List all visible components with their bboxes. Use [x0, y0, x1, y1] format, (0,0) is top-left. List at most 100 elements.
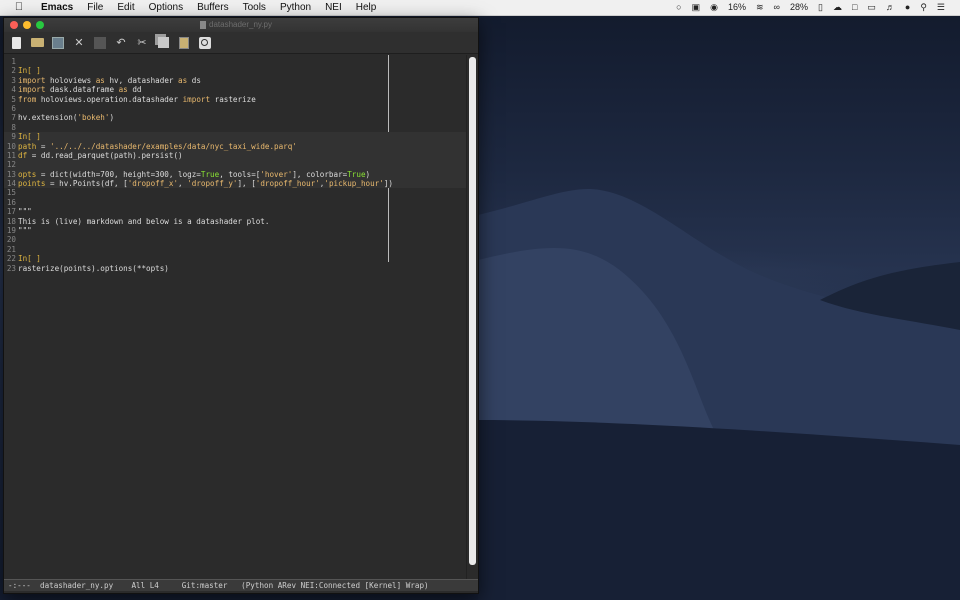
menu-emacs[interactable]: Emacs — [34, 0, 80, 15]
vertical-scrollbar[interactable] — [466, 55, 478, 579]
code-line[interactable]: 3 import holoviews as hv, datashader as d… — [4, 76, 466, 85]
apple-menu-icon[interactable]:  — [12, 0, 26, 15]
code-token: 'dropoff_hour' — [255, 179, 320, 189]
menu-python[interactable]: Python — [273, 0, 318, 15]
code-line[interactable]: 9 In[ ] — [4, 132, 466, 142]
code-line[interactable]: 19 """ — [4, 226, 466, 235]
code-token: 'hover' — [260, 169, 293, 179]
app-status-icon[interactable]: ▣ — [687, 0, 706, 15]
code-editor[interactable]: 1 2 In[ ] 3 import holoviews as hv, datashad… — [4, 55, 466, 579]
code-line[interactable]: 23 rasterize(points).options(**opts) — [4, 264, 466, 273]
code-line[interactable]: 13 opts = dict(width=700, height=300, log… — [4, 169, 466, 180]
document-icon — [200, 20, 206, 29]
line-number: 19 — [6, 226, 16, 236]
code-token: = — [36, 141, 51, 151]
code-token: ) — [109, 113, 115, 123]
notification-center-icon[interactable]: ☰ — [932, 0, 950, 15]
code-token: hv.extension( — [18, 113, 78, 123]
wifi-icon[interactable]: ≋ — [751, 0, 769, 15]
minibuffer[interactable] — [4, 591, 478, 593]
menu-options[interactable]: Options — [142, 0, 190, 15]
code-line[interactable]: 20 — [4, 235, 466, 244]
line-number: 8 — [11, 122, 16, 132]
code-line[interactable]: 17 """ — [4, 207, 466, 216]
code-line[interactable]: 15 — [4, 188, 466, 197]
spotlight-search-icon[interactable]: ⚲ — [915, 0, 932, 15]
undo-button[interactable]: ↶ — [114, 36, 128, 50]
code-token: import — [182, 94, 211, 104]
code-token: = dd.read_parquet(path).persist() — [27, 150, 183, 160]
kill-buffer-button[interactable]: ✕ — [72, 36, 86, 50]
line-number: 4 — [11, 85, 16, 95]
save-button[interactable] — [93, 36, 107, 50]
code-token: , — [178, 179, 188, 189]
line-number: 12 — [6, 160, 16, 170]
code-line[interactable]: 12 — [4, 160, 466, 170]
close-window-button[interactable] — [10, 21, 18, 29]
scrollbar-thumb[interactable] — [469, 57, 476, 565]
code-line[interactable]: 18 This is (live) markdown and below is a… — [4, 217, 466, 226]
dired-button[interactable] — [51, 36, 65, 50]
line-number: 6 — [11, 103, 16, 113]
code-line[interactable]: 14 points = hv.Points(df, ['dropoff_x', '… — [4, 179, 466, 189]
menu-buffers[interactable]: Buffers — [190, 0, 236, 15]
code-line[interactable]: 8 — [4, 123, 466, 132]
open-file-button[interactable] — [30, 36, 44, 50]
code-token: 'pickup_hour' — [324, 179, 384, 189]
menu-help[interactable]: Help — [349, 0, 384, 15]
code-token: , tools=[ — [219, 169, 261, 179]
menu-tools[interactable]: Tools — [236, 0, 273, 15]
code-token: dask.dataframe — [45, 85, 119, 95]
battery-icon[interactable]: ▯ — [813, 0, 828, 15]
minimize-window-button[interactable] — [23, 21, 31, 29]
code-token: ds — [187, 75, 201, 85]
zoom-window-button[interactable] — [36, 21, 44, 29]
save-icon — [94, 36, 106, 49]
new-file-button[interactable] — [9, 36, 23, 50]
search-button[interactable] — [198, 36, 212, 50]
circle-status-icon[interactable]: ○ — [671, 0, 686, 15]
line-number: 1 — [11, 57, 16, 66]
code-line[interactable]: 22 In[ ] — [4, 254, 466, 263]
glasses-icon[interactable]: ∞ — [769, 0, 785, 15]
menu-nei[interactable]: NEI — [318, 0, 349, 15]
display-icon[interactable]: ▭ — [862, 0, 881, 15]
code-line[interactable]: 2 In[ ] — [4, 66, 466, 75]
emacs-window: datashader_ny.py ✕ ↶ ✂ 1 2 In[ ] 3 import ho… — [3, 17, 479, 594]
window-titlebar[interactable]: datashader_ny.py — [4, 18, 478, 32]
code-line[interactable]: 10 path = '../../../datashader/examples/d… — [4, 141, 466, 151]
code-line[interactable]: 6 — [4, 104, 466, 113]
cut-button[interactable]: ✂ — [135, 36, 149, 50]
code-token: as — [118, 85, 128, 95]
user-icon[interactable]: ● — [900, 0, 915, 15]
code-token: df — [18, 150, 28, 160]
cloud-icon[interactable]: ☁ — [828, 0, 847, 15]
line-number: 14 — [6, 179, 16, 189]
code-token: as — [95, 75, 105, 85]
code-line[interactable]: 1 — [4, 57, 466, 66]
line-number: 17 — [6, 207, 16, 217]
code-line[interactable]: 16 — [4, 198, 466, 207]
paste-button[interactable] — [177, 36, 191, 50]
code-token: as — [178, 75, 188, 85]
volume-icon[interactable]: ♬ — [881, 0, 900, 15]
code-line[interactable]: 11 df = dd.read_parquet(path).persist() — [4, 150, 466, 161]
menu-edit[interactable]: Edit — [110, 0, 141, 15]
code-token: from — [18, 94, 37, 104]
code-token: In[ ] — [18, 254, 41, 264]
code-token: = dict(width=700, height=300, logz= — [36, 169, 201, 179]
code-token: ) — [365, 169, 371, 179]
code-token: rasterize — [210, 94, 256, 104]
code-line[interactable]: 21 — [4, 245, 466, 254]
code-token: True — [347, 169, 366, 179]
code-line[interactable]: 7 hv.extension('bokeh') — [4, 113, 466, 122]
code-line[interactable]: 5 from holoviews.operation.datashader imp… — [4, 95, 466, 104]
copy-button[interactable] — [156, 36, 170, 50]
square-icon[interactable]: □ — [847, 0, 862, 15]
line-number: 23 — [6, 263, 16, 273]
globe-icon[interactable]: ◉ — [705, 0, 723, 15]
code-line[interactable]: 4 import dask.dataframe as dd — [4, 85, 466, 94]
line-number: 5 — [11, 94, 16, 104]
line-number: 15 — [6, 188, 16, 198]
menu-file[interactable]: File — [80, 0, 110, 15]
